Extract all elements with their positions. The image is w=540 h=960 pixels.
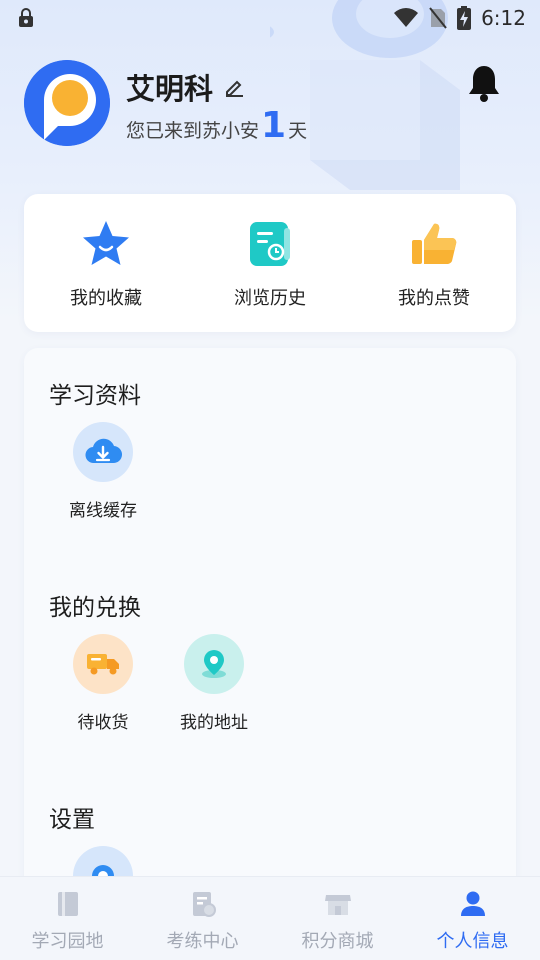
menu-sections-card: 学习资料 离线缓存 我的兑换 待收货 我的地址 设置 bbox=[24, 348, 516, 960]
lock-icon bbox=[19, 8, 33, 27]
tab-points-mall[interactable]: 积分商城 bbox=[270, 877, 405, 960]
section-title-study-materials: 学习资料 bbox=[49, 383, 141, 409]
section-title-settings: 设置 bbox=[49, 807, 95, 833]
no-sim-icon bbox=[429, 7, 447, 29]
edit-icon[interactable] bbox=[223, 76, 245, 98]
wifi-icon bbox=[394, 8, 419, 27]
exam-icon bbox=[192, 892, 216, 917]
tile-label: 我的地址 bbox=[180, 713, 248, 733]
welcome-suffix: 天 bbox=[288, 120, 308, 142]
quick-action-label: 我的收藏 bbox=[70, 288, 142, 309]
section-title-redemptions: 我的兑换 bbox=[49, 595, 141, 621]
pending-delivery-button[interactable]: 待收货 bbox=[48, 634, 158, 733]
quick-action-likes[interactable]: 我的点赞 bbox=[352, 194, 516, 332]
avatar-logo-icon bbox=[24, 60, 110, 146]
avatar[interactable] bbox=[24, 60, 110, 146]
history-icon bbox=[250, 222, 290, 266]
my-address-icon-circle bbox=[184, 634, 244, 694]
tab-study-garden[interactable]: 学习园地 bbox=[0, 877, 135, 960]
quick-action-favorites[interactable]: 我的收藏 bbox=[24, 194, 188, 332]
tab-personal-info[interactable]: 个人信息 bbox=[405, 877, 540, 960]
tab-label: 学习园地 bbox=[31, 931, 104, 952]
tab-exam-center[interactable]: 考练中心 bbox=[135, 877, 270, 960]
truck-icon bbox=[87, 654, 119, 675]
status-bar: 6:12 bbox=[0, 0, 540, 36]
location-pin-icon bbox=[202, 650, 226, 678]
my-address-button[interactable]: 我的地址 bbox=[159, 634, 269, 733]
thumbs-up-icon bbox=[412, 223, 457, 264]
quick-action-history[interactable]: 浏览历史 bbox=[188, 194, 352, 332]
star-icon bbox=[83, 221, 129, 265]
quick-action-label: 浏览历史 bbox=[234, 288, 306, 309]
book-icon bbox=[57, 892, 78, 916]
battery-charging-icon bbox=[457, 6, 472, 30]
profile-name-row: 艾明科 bbox=[126, 66, 245, 108]
tab-label: 积分商城 bbox=[301, 931, 374, 952]
tile-label: 待收货 bbox=[77, 713, 129, 733]
offline-cache-icon-circle bbox=[73, 422, 133, 482]
bell-icon[interactable] bbox=[466, 63, 502, 103]
days-count: 1 bbox=[261, 105, 287, 146]
person-icon bbox=[460, 891, 485, 916]
quick-action-label: 我的点赞 bbox=[398, 288, 470, 309]
status-time: 6:12 bbox=[481, 6, 526, 30]
bottom-navigation: 学习园地 考练中心 积分商城 个人信息 bbox=[0, 876, 540, 960]
offline-cache-button[interactable]: 离线缓存 bbox=[48, 422, 158, 521]
tile-label: 离线缓存 bbox=[69, 501, 137, 521]
welcome-prefix: 您已来到苏小安 bbox=[126, 120, 260, 142]
welcome-text: 您已来到苏小安 1 天 bbox=[126, 108, 307, 144]
user-name: 艾明科 bbox=[126, 72, 214, 106]
pending-delivery-icon-circle bbox=[73, 634, 133, 694]
tab-label: 考练中心 bbox=[166, 931, 239, 952]
quick-actions-card: 我的收藏 浏览历史 我的点赞 bbox=[24, 194, 516, 332]
tab-label: 个人信息 bbox=[436, 931, 509, 952]
cloud-download-icon bbox=[85, 438, 122, 464]
store-icon bbox=[324, 895, 351, 915]
